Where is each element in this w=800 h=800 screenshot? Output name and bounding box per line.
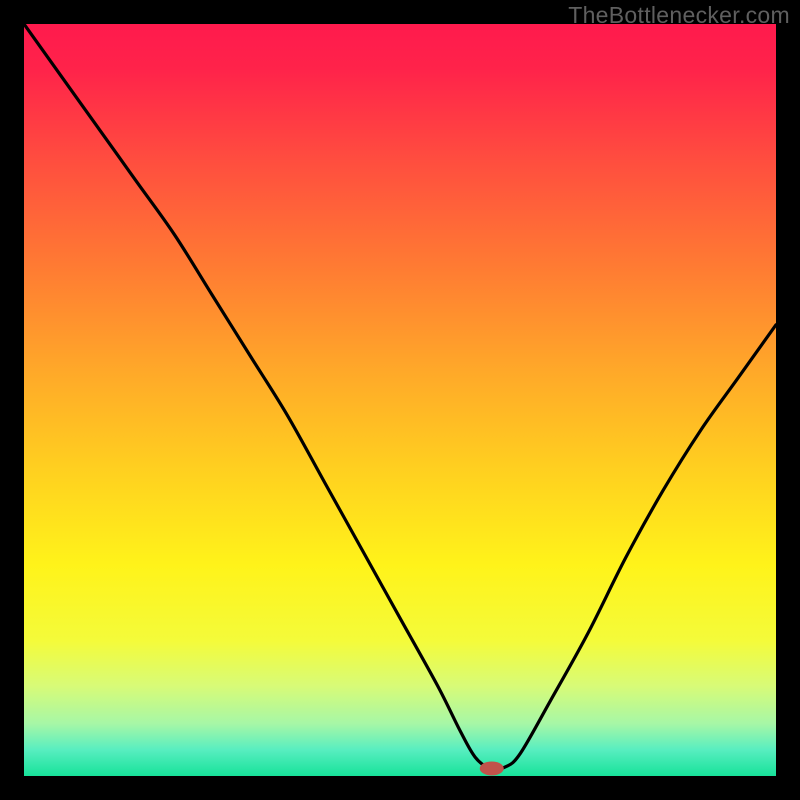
plot-area (24, 24, 776, 776)
optimal-marker (480, 761, 504, 775)
gradient-background (24, 24, 776, 776)
chart-svg (24, 24, 776, 776)
chart-frame: TheBottlenecker.com (0, 0, 800, 800)
watermark-text: TheBottlenecker.com (568, 2, 790, 29)
